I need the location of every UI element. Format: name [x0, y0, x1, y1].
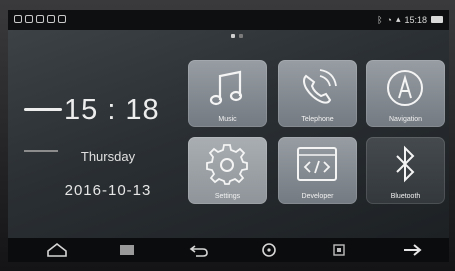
status-icons-right: ᛒ ◔ ▴ 15:18: [377, 14, 443, 25]
sd-card-icon: [58, 15, 66, 23]
gear-icon: [206, 144, 248, 185]
steering-wheel-icon: [262, 243, 276, 257]
clock-date: 2016-10-13: [64, 182, 152, 199]
notification-icon: [14, 15, 22, 23]
app-label-music: Music: [218, 116, 237, 123]
clock-hand-decoration: [24, 108, 62, 111]
status-icons-left: [14, 15, 66, 23]
app-label-settings: Settings: [214, 193, 241, 200]
app-tile-bluetooth[interactable]: Bluetooth: [366, 137, 445, 204]
split-screen-icon: [333, 244, 345, 256]
app-label-navigation: Navigation: [388, 116, 423, 123]
usb-icon: [47, 15, 55, 23]
status-bar: ᛒ ◔ ▴ 15:18: [8, 10, 449, 30]
recent-apps-button[interactable]: [114, 241, 140, 259]
home-button[interactable]: [44, 241, 70, 259]
app-label-developer: Developer: [301, 193, 334, 200]
forward-button[interactable]: [400, 241, 426, 259]
car-mode-button[interactable]: [256, 241, 282, 259]
code-icon: [297, 147, 337, 181]
home-icon: [47, 242, 67, 257]
app-tile-navigation[interactable]: Navigation: [366, 60, 445, 127]
bluetooth-icon: ᛒ: [377, 14, 383, 25]
battery-icon: [431, 16, 443, 23]
app-label-telephone: Telephone: [301, 116, 334, 123]
split-screen-button[interactable]: [326, 241, 352, 259]
clock-day: Thursday: [80, 149, 136, 164]
status-time: 15:18: [404, 14, 427, 25]
page-dot: [239, 34, 243, 38]
app-label-bluetooth: Bluetooth: [390, 193, 421, 200]
app-tile-telephone[interactable]: Telephone: [278, 60, 357, 127]
app-tile-developer[interactable]: Developer: [278, 137, 357, 204]
page-dot-active: [231, 34, 235, 38]
signal-icon: ▴: [395, 14, 401, 24]
screen: ᛒ ◔ ▴ 15:18 15 : 18 Thursday 2016-10-13 …: [8, 10, 449, 262]
clock-time: 15 : 18: [64, 94, 160, 126]
phone-icon: [303, 69, 337, 104]
navigation-bar: [8, 238, 449, 262]
navigation-icon: [387, 70, 423, 106]
app-tile-settings[interactable]: Settings: [188, 137, 267, 204]
image-icon: [25, 15, 33, 23]
back-button[interactable]: [186, 241, 212, 259]
recent-apps-icon: [120, 245, 134, 255]
music-note-icon: [209, 70, 243, 106]
back-icon: [189, 245, 208, 257]
app-tile-music[interactable]: Music: [188, 60, 267, 127]
page-indicator: [231, 34, 243, 38]
wifi-icon: ◔: [386, 14, 392, 25]
bluetooth-icon: [396, 145, 415, 183]
forward-arrow-icon: [404, 244, 422, 256]
download-icon: [36, 15, 44, 23]
